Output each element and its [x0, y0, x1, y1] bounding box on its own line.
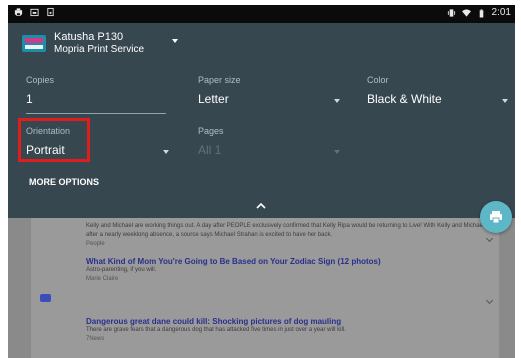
- orientation-label: Orientation: [26, 126, 71, 136]
- image-notification-icon: [30, 8, 39, 17]
- mopria-logo-icon: [22, 35, 46, 52]
- printer-dropdown-icon[interactable]: [172, 39, 178, 43]
- collapse-chevron-up-icon[interactable]: [256, 201, 266, 211]
- paper-size-dropdown-icon[interactable]: [334, 99, 340, 103]
- status-time: 2:01: [491, 7, 511, 18]
- article-body: There are grave fears that a dangerous d…: [86, 327, 346, 333]
- copies-label: Copies: [26, 75, 55, 85]
- pages-label: Pages: [198, 126, 224, 136]
- article-body: Astro-parenting, if you will.: [86, 267, 157, 273]
- print-options-panel: Katusha P130 Mopria Print Service Copies…: [8, 23, 515, 218]
- device-notification-icon: [47, 7, 54, 17]
- printer-name: Katusha P130: [54, 31, 124, 43]
- article-source: 7News: [86, 336, 105, 342]
- wifi-icon: [461, 8, 471, 17]
- chevron-down-icon[interactable]: [485, 296, 494, 305]
- print-icon: [490, 211, 502, 224]
- printer-info: Katusha P130 Mopria Print Service: [54, 31, 144, 56]
- preview-article-1: Kelly and Michael are working things out…: [86, 222, 486, 249]
- paper-size-label: Paper size: [198, 75, 241, 85]
- article-source: People: [86, 241, 105, 247]
- pages-select[interactable]: All 1: [198, 143, 221, 157]
- copies-underline: [26, 113, 166, 114]
- printer-selector[interactable]: Katusha P130 Mopria Print Service: [22, 31, 144, 56]
- copies-input[interactable]: 1: [26, 92, 33, 106]
- article-body: Kelly and Michael are working things out…: [86, 223, 485, 238]
- preview-article-2: What Kind of Mom You're Going to Be Base…: [86, 257, 466, 284]
- print-button[interactable]: [480, 201, 512, 233]
- printer-service: Mopria Print Service: [54, 44, 145, 55]
- print-notification-icon: [14, 8, 23, 16]
- orientation-select[interactable]: Portrait: [26, 143, 65, 157]
- print-preview-area: Kelly and Michael are working things out…: [8, 218, 515, 358]
- chevron-down-icon[interactable]: [485, 234, 494, 243]
- article-title: Dangerous great dane could kill: Shockin…: [86, 317, 342, 326]
- color-select[interactable]: Black & White: [367, 92, 442, 106]
- pages-dropdown-icon[interactable]: [334, 150, 340, 154]
- vibrate-icon: [447, 8, 455, 17]
- orientation-dropdown-icon[interactable]: [163, 150, 169, 154]
- screen: 2:01 Katusha P130 Mopria Print Service C…: [0, 0, 521, 358]
- status-bar: 2:01: [8, 5, 515, 23]
- color-label: Color: [367, 75, 389, 85]
- preview-article-3: Dangerous great dane could kill: Shockin…: [86, 317, 476, 344]
- color-dropdown-icon[interactable]: [502, 99, 508, 103]
- camera-icon: [40, 294, 51, 302]
- paper-size-select[interactable]: Letter: [198, 92, 229, 106]
- article-title: What Kind of Mom You're Going to Be Base…: [86, 257, 381, 266]
- preview-page: Kelly and Michael are working things out…: [31, 218, 499, 358]
- battery-icon: [479, 8, 483, 17]
- article-source: Marie Claire: [86, 276, 119, 282]
- more-options-button[interactable]: MORE OPTIONS: [29, 177, 99, 187]
